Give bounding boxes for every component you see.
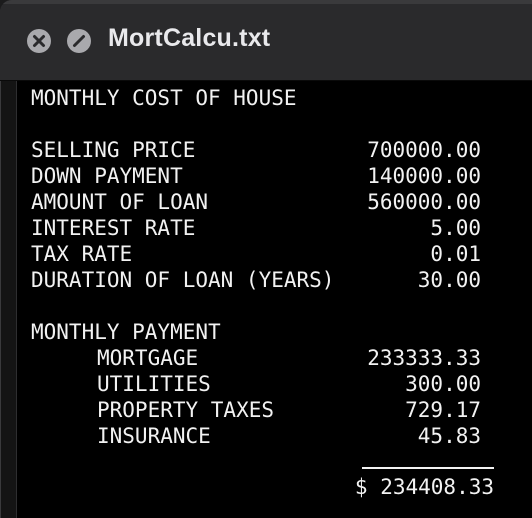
input-value-selling-price: 700000.00: [367, 138, 481, 162]
minimize-button[interactable]: [67, 29, 91, 53]
input-value-duration: 30.00: [417, 268, 481, 292]
payment-label-insurance: INSURANCE: [97, 424, 211, 448]
input-value-interest-rate: 5.00: [430, 216, 481, 240]
payment-label-property-taxes: PROPERTY TAXES: [97, 398, 275, 422]
input-value-amount-of-loan: 560000.00: [367, 190, 481, 214]
text-viewer-window: MortCalcu.txt MONTHLY COST OF HOUSE SELL…: [0, 0, 532, 518]
input-value-down-payment: 140000.00: [367, 164, 481, 188]
payment-value-utilities: 300.00: [405, 372, 481, 396]
input-value-tax-rate: 0.01: [430, 242, 481, 266]
document-heading: MONTHLY COST OF HOUSE: [31, 86, 297, 110]
payment-value-mortgage: 233333.33: [367, 346, 481, 370]
sum-underline: [362, 467, 494, 469]
close-button[interactable]: [27, 29, 51, 53]
payment-heading: MONTHLY PAYMENT: [31, 320, 221, 344]
payment-label-utilities: UTILITIES: [97, 372, 211, 396]
window-title: MortCalcu.txt: [108, 24, 271, 52]
payment-value-property-taxes: 729.17: [405, 398, 481, 422]
document-content[interactable]: MONTHLY COST OF HOUSE SELLING PRICE 7000…: [16, 81, 532, 518]
window-top-edge: [0, 0, 532, 4]
payment-value-insurance: 45.83: [417, 424, 481, 448]
title-bar[interactable]: MortCalcu.txt: [0, 0, 532, 81]
input-label-duration: DURATION OF LOAN (YEARS): [31, 268, 335, 292]
input-label-down-payment: DOWN PAYMENT: [31, 164, 183, 188]
payment-label-mortgage: MORTGAGE: [97, 346, 199, 370]
input-label-interest-rate: INTEREST RATE: [31, 216, 196, 240]
input-label-amount-of-loan: AMOUNT OF LOAN: [31, 190, 209, 214]
total-value: $ 234408.33: [354, 475, 494, 499]
minimize-icon: [73, 35, 85, 47]
close-icon: [33, 35, 45, 47]
input-label-selling-price: SELLING PRICE: [31, 138, 196, 162]
input-label-tax-rate: TAX RATE: [31, 242, 133, 266]
